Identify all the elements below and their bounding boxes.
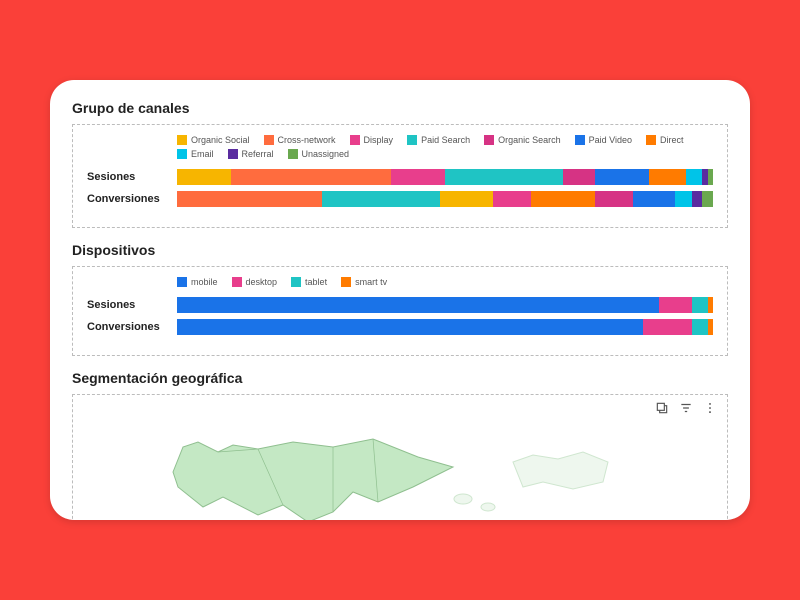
swatch-paid_search	[407, 135, 417, 145]
segment-tablet[interactable]	[692, 319, 708, 335]
segment-display[interactable]	[391, 169, 445, 185]
segment-paid_video[interactable]	[595, 169, 649, 185]
swatch-organic_social	[177, 135, 187, 145]
segment-paid_search[interactable]	[322, 191, 440, 207]
segment-desktop[interactable]	[643, 319, 691, 335]
section-title-devices: Dispositivos	[72, 242, 728, 258]
legend-item-tablet[interactable]: tablet	[291, 277, 327, 287]
channels-bar-sessions	[177, 169, 713, 185]
geo-panel	[72, 394, 728, 520]
row-label-conversions: Conversiones	[87, 193, 177, 205]
channels-row-sessions: Sesiones	[87, 169, 713, 185]
segment-smart_tv[interactable]	[708, 319, 713, 335]
geo-map[interactable]	[163, 427, 717, 520]
devices-bar-sessions	[177, 297, 713, 313]
swatch-mobile	[177, 277, 187, 287]
swatch-display	[350, 135, 360, 145]
devices-row-conversions: Conversiones	[87, 319, 713, 335]
legend-label: mobile	[191, 277, 218, 287]
segment-organic_social[interactable]	[440, 191, 494, 207]
segment-organic_search[interactable]	[595, 191, 633, 207]
segment-smart_tv[interactable]	[708, 297, 713, 313]
segment-direct[interactable]	[531, 191, 595, 207]
segment-tablet[interactable]	[692, 297, 708, 313]
swatch-unassigned	[288, 149, 298, 159]
segment-referral[interactable]	[692, 191, 703, 207]
segment-organic_social[interactable]	[177, 169, 231, 185]
legend-item-smart_tv[interactable]: smart tv	[341, 277, 387, 287]
section-title-geo: Segmentación geográfica	[72, 370, 728, 386]
devices-panel: mobile desktop tablet smart tv Sesiones Con…	[72, 266, 728, 356]
legend-label: Paid Video	[589, 135, 632, 145]
swatch-cross_network	[264, 135, 274, 145]
segment-mobile[interactable]	[177, 297, 659, 313]
section-title-channels: Grupo de canales	[72, 100, 728, 116]
filter-icon[interactable]	[679, 401, 693, 415]
legend-item-paid_search[interactable]: Paid Search	[407, 135, 470, 145]
legend-label: desktop	[246, 277, 278, 287]
swatch-desktop	[232, 277, 242, 287]
segment-email[interactable]	[675, 191, 691, 207]
row-label-sessions: Sesiones	[87, 171, 177, 183]
segment-unassigned[interactable]	[708, 169, 713, 185]
swatch-tablet	[291, 277, 301, 287]
segment-email[interactable]	[686, 169, 702, 185]
legend-item-referral[interactable]: Referral	[228, 149, 274, 159]
legend-label: Organic Social	[191, 135, 250, 145]
legend-item-organic_search[interactable]: Organic Search	[484, 135, 561, 145]
swatch-email	[177, 149, 187, 159]
segment-organic_search[interactable]	[563, 169, 595, 185]
channels-panel: Organic Social Cross-network Display Paid S…	[72, 124, 728, 228]
row-label-conversions: Conversiones	[87, 321, 177, 333]
legend-label: Direct	[660, 135, 684, 145]
swatch-direct	[646, 135, 656, 145]
segment-mobile[interactable]	[177, 319, 643, 335]
legend-item-organic_social[interactable]: Organic Social	[177, 135, 250, 145]
legend-label: smart tv	[355, 277, 387, 287]
legend-label: Organic Search	[498, 135, 561, 145]
segment-cross_network[interactable]	[177, 191, 322, 207]
legend-item-cross_network[interactable]: Cross-network	[264, 135, 336, 145]
legend-label: Unassigned	[302, 149, 350, 159]
share-icon[interactable]	[655, 401, 669, 415]
channels-legend: Organic Social Cross-network Display Paid S…	[177, 135, 713, 159]
segment-cross_network[interactable]	[231, 169, 392, 185]
devices-legend: mobile desktop tablet smart tv	[177, 277, 713, 287]
legend-item-display[interactable]: Display	[350, 135, 394, 145]
legend-label: Cross-network	[278, 135, 336, 145]
legend-label: Referral	[242, 149, 274, 159]
segment-paid_search[interactable]	[445, 169, 563, 185]
swatch-paid_video	[575, 135, 585, 145]
row-label-sessions: Sesiones	[87, 299, 177, 311]
legend-item-unassigned[interactable]: Unassigned	[288, 149, 350, 159]
geo-toolbar	[655, 401, 717, 415]
segment-display[interactable]	[493, 191, 531, 207]
swatch-smart_tv	[341, 277, 351, 287]
devices-row-sessions: Sesiones	[87, 297, 713, 313]
legend-label: Email	[191, 149, 214, 159]
channels-bar-conversions	[177, 191, 713, 207]
legend-item-paid_video[interactable]: Paid Video	[575, 135, 632, 145]
channels-row-conversions: Conversiones	[87, 191, 713, 207]
swatch-organic_search	[484, 135, 494, 145]
segment-desktop[interactable]	[659, 297, 691, 313]
swatch-referral	[228, 149, 238, 159]
segment-unassigned[interactable]	[702, 191, 713, 207]
legend-label: Paid Search	[421, 135, 470, 145]
legend-item-mobile[interactable]: mobile	[177, 277, 218, 287]
legend-label: Display	[364, 135, 394, 145]
legend-label: tablet	[305, 277, 327, 287]
legend-item-desktop[interactable]: desktop	[232, 277, 278, 287]
legend-item-direct[interactable]: Direct	[646, 135, 684, 145]
legend-item-email[interactable]: Email	[177, 149, 214, 159]
devices-bar-conversions	[177, 319, 713, 335]
dashboard-card: Grupo de canales Organic Social Cross-net…	[50, 80, 750, 520]
segment-direct[interactable]	[649, 169, 687, 185]
more-icon[interactable]	[703, 401, 717, 415]
segment-paid_video[interactable]	[633, 191, 676, 207]
